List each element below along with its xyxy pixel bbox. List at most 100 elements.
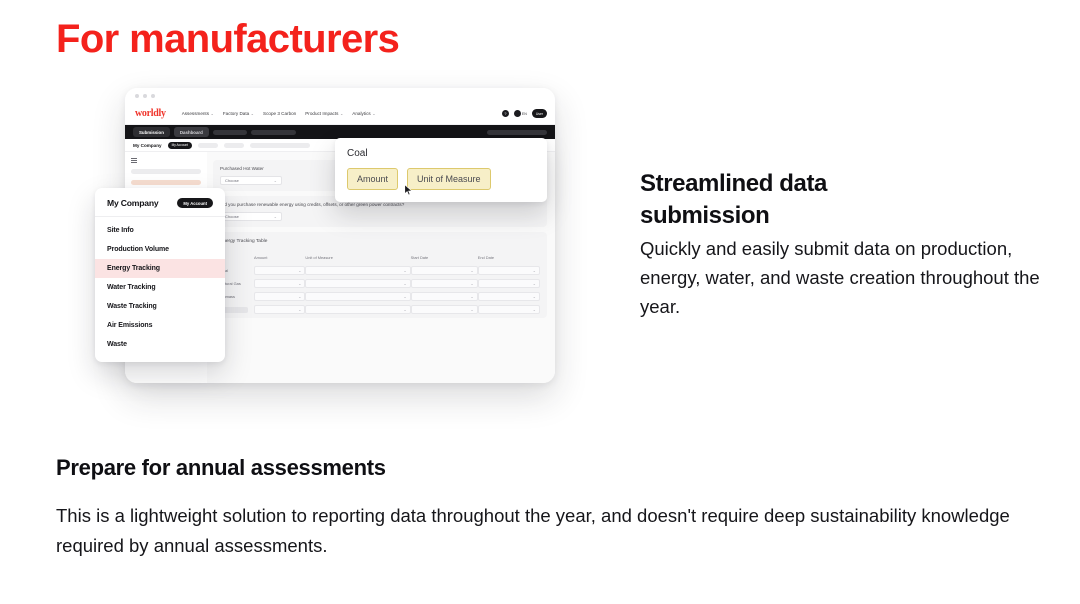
nav-item-scope-3-carbon[interactable]: Scope 3 Carbon xyxy=(263,111,296,116)
sidebar-item-site-info[interactable]: Site Info xyxy=(95,221,225,240)
nav-item-factory-data[interactable]: Factory Data ⌄ xyxy=(223,111,254,116)
top-nav-right: ? EN User xyxy=(501,109,547,118)
cell-natural-gas-end-date[interactable]: ⌄ xyxy=(477,279,540,288)
subbar-placeholder-3[interactable] xyxy=(250,142,311,148)
chevron-down-icon: ⌄ xyxy=(250,111,255,116)
table-row-label-natural-gas: Natural Gas xyxy=(220,281,241,286)
form-field-renewable-energy-select[interactable]: Choose ⌄ xyxy=(220,212,282,221)
traffic-light-red-icon xyxy=(135,93,139,98)
sidebar-item-waste-tracking[interactable]: Waste Tracking xyxy=(95,297,225,316)
mini-sidebar-row-active[interactable] xyxy=(131,180,201,185)
table-row-label-biomass: Biomass xyxy=(220,294,235,299)
nav-item-analytics-label: Analytics xyxy=(352,111,371,116)
table-row: ⌄ ⌄ ⌄ ⌄ xyxy=(220,305,540,314)
sidebar-item-energy-tracking[interactable]: Energy Tracking xyxy=(95,259,225,278)
feature-title-line1: Streamlined data xyxy=(640,170,827,197)
cell-coal-amount[interactable]: ⌄ xyxy=(254,266,306,275)
cell-placeholder-unit[interactable]: ⌄ xyxy=(305,305,411,314)
table-row-label-placeholder xyxy=(220,305,254,314)
cell-natural-gas-amount[interactable]: ⌄ xyxy=(254,279,306,288)
hamburger-menu-icon[interactable] xyxy=(131,158,137,163)
avatar[interactable]: User xyxy=(531,109,547,118)
bottom-title: Prepare for annual assessments xyxy=(56,455,386,480)
feature-title-line2: submission xyxy=(640,201,770,229)
nav-item-analytics[interactable]: Analytics ⌄ xyxy=(352,111,375,116)
coal-popup-fields: Amount Unit of Measure xyxy=(347,168,535,190)
cell-biomass-end-date[interactable]: ⌄ xyxy=(477,292,540,301)
chevron-down-icon: ⌄ xyxy=(273,214,277,219)
chevron-down-icon: ⌄ xyxy=(403,281,407,286)
tab-dashboard[interactable]: Dashboard xyxy=(173,127,209,137)
nav-item-scope-3-carbon-label: Scope 3 Carbon xyxy=(263,111,297,116)
nav-item-factory-data-label: Factory Data xyxy=(222,111,250,116)
chevron-down-icon: ⌄ xyxy=(298,307,302,312)
sidebar-item-production-volume[interactable]: Production Volume xyxy=(95,240,225,259)
tab-placeholder-3[interactable] xyxy=(487,129,547,135)
cell-natural-gas-unit[interactable]: ⌄ xyxy=(305,279,411,288)
coal-entry-popup: Coal Amount Unit of Measure xyxy=(335,138,547,202)
tab-submission[interactable]: Submission xyxy=(133,127,170,137)
chevron-down-icon: ⌄ xyxy=(470,307,474,312)
chevron-down-icon: ⌄ xyxy=(532,281,536,286)
chevron-down-icon: ⌄ xyxy=(532,268,536,273)
cell-coal-start-date[interactable]: ⌄ xyxy=(410,266,478,275)
my-account-badge[interactable]: My Account xyxy=(177,198,213,208)
cell-placeholder-end-date[interactable]: ⌄ xyxy=(477,305,540,314)
energy-tracking-table-card: Energy Tracking Table Amount Unit of Mea… xyxy=(213,232,547,318)
page-root: For manufacturers worldly Assessments ⌄ … xyxy=(0,0,1080,604)
cell-coal-unit[interactable]: ⌄ xyxy=(305,266,411,275)
subbar-placeholder-1[interactable] xyxy=(198,142,219,148)
table-header-blank xyxy=(220,255,254,262)
app-top-nav: worldly Assessments ⌄ Factory Data ⌄ Sco… xyxy=(125,103,555,125)
subbar-placeholder-2[interactable] xyxy=(224,142,245,148)
table-header-unit: Unit of Measure xyxy=(305,255,333,260)
feature-copy: Streamlined data submission Quickly and … xyxy=(640,168,1040,322)
chevron-down-icon: ⌄ xyxy=(298,268,302,273)
chevron-down-icon: ⌄ xyxy=(470,268,474,273)
nav-item-product-impacts-label: Product Impacts xyxy=(305,111,339,116)
table-row-label-coal: Coal xyxy=(220,266,254,275)
form-field-hot-water-select[interactable]: Choose ⌄ xyxy=(220,176,282,185)
nav-item-assessments[interactable]: Assessments ⌄ xyxy=(182,111,214,116)
floating-sidebar-title: My Company xyxy=(107,198,159,208)
cell-natural-gas-start-date[interactable]: ⌄ xyxy=(410,279,478,288)
browser-chrome-bar xyxy=(125,88,555,103)
sidebar-item-air-emissions[interactable]: Air Emissions xyxy=(95,316,225,335)
cell-coal-end-date[interactable]: ⌄ xyxy=(477,266,540,275)
traffic-light-green-icon xyxy=(151,93,155,98)
table-row: Biomass ⌄ ⌄ ⌄ ⌄ xyxy=(220,292,540,301)
amount-field[interactable]: Amount xyxy=(347,168,399,190)
tab-placeholder-1[interactable] xyxy=(212,129,247,135)
table-header-amount: Amount xyxy=(254,255,268,260)
page-title: For manufacturers xyxy=(56,17,400,61)
table-header-row: Amount Unit of Measure Start Date End Da… xyxy=(220,255,540,262)
feature-body: Quickly and easily submit data on produc… xyxy=(640,238,1040,318)
cell-biomass-amount[interactable]: ⌄ xyxy=(254,292,306,301)
mini-sidebar-row[interactable] xyxy=(131,169,201,174)
tab-placeholder-2[interactable] xyxy=(250,129,296,135)
sidebar-item-waste[interactable]: Waste xyxy=(95,335,225,354)
help-icon[interactable]: ? xyxy=(501,110,509,117)
nav-item-product-impacts[interactable]: Product Impacts ⌄ xyxy=(305,111,343,116)
bottom-body: This is a lightweight solution to report… xyxy=(56,505,1010,556)
chevron-down-icon: ⌄ xyxy=(298,294,302,299)
cell-biomass-unit[interactable]: ⌄ xyxy=(305,292,411,301)
unit-of-measure-field[interactable]: Unit of Measure xyxy=(407,168,491,190)
table-row: Coal ⌄ ⌄ ⌄ ⌄ xyxy=(220,266,540,275)
cell-placeholder-start-date[interactable]: ⌄ xyxy=(410,305,478,314)
language-label: EN xyxy=(521,111,527,116)
chevron-down-icon: ⌄ xyxy=(372,111,376,116)
chevron-down-icon: ⌄ xyxy=(470,294,474,299)
cell-placeholder-amount[interactable]: ⌄ xyxy=(254,305,306,314)
subbar-account-badge[interactable]: My Account xyxy=(167,141,193,149)
worldly-logo: worldly xyxy=(135,108,166,119)
language-selector[interactable]: EN xyxy=(513,110,527,117)
energy-tracking-table-title: Energy Tracking Table xyxy=(220,239,268,244)
mouse-cursor-icon xyxy=(404,184,413,196)
top-nav-links: Assessments ⌄ Factory Data ⌄ Scope 3 Car… xyxy=(182,111,376,116)
sidebar-item-water-tracking[interactable]: Water Tracking xyxy=(95,278,225,297)
energy-tracking-table: Amount Unit of Measure Start Date End Da… xyxy=(220,251,540,318)
bottom-section: Prepare for annual assessments This is a… xyxy=(56,455,1036,561)
chevron-down-icon: ⌄ xyxy=(298,281,302,286)
cell-biomass-start-date[interactable]: ⌄ xyxy=(410,292,478,301)
